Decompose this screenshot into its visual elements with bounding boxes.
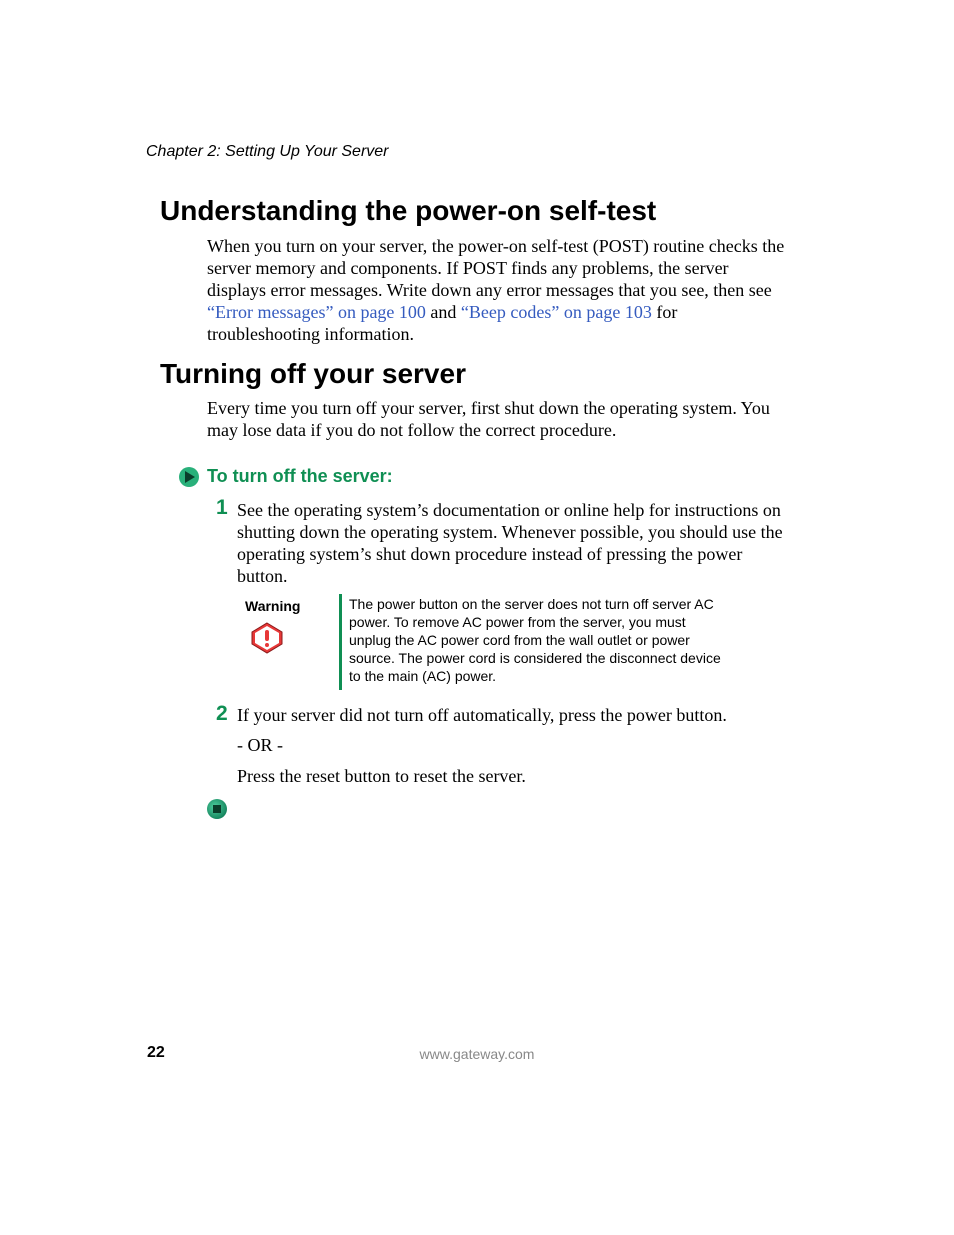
warning-icon	[251, 622, 283, 659]
step-2-text: If your server did not turn off automati…	[237, 705, 785, 727]
warning-text: The power button on the server does not …	[349, 596, 729, 686]
step-or-text: - OR -	[237, 735, 785, 757]
heading-post: Understanding the power-on self-test	[160, 195, 656, 227]
text: and	[430, 302, 461, 322]
paragraph-post: When you turn on your server, the power-…	[207, 236, 785, 346]
step-2b-text: Press the reset button to reset the serv…	[237, 766, 785, 788]
step-number-2: 2	[216, 702, 228, 726]
paragraph-turning-off: Every time you turn off your server, fir…	[207, 398, 785, 442]
chapter-header: Chapter 2: Setting Up Your Server	[146, 143, 389, 161]
warning-label: Warning	[245, 598, 330, 614]
text: When you turn on your server, the power-…	[207, 236, 784, 300]
warning-divider	[339, 594, 342, 690]
heading-turning-off: Turning off your server	[160, 358, 466, 390]
end-of-procedure-icon	[206, 798, 228, 825]
step-1-text: See the operating system’s documentation…	[237, 500, 785, 588]
procedure-heading: To turn off the server:	[207, 466, 393, 487]
footer-url: www.gateway.com	[0, 1046, 954, 1062]
page: Chapter 2: Setting Up Your Server Unders…	[0, 0, 954, 1235]
link-beep-codes[interactable]: “Beep codes” on page 103	[461, 302, 652, 322]
step-number-1: 1	[216, 496, 228, 520]
link-error-messages[interactable]: “Error messages” on page 100	[207, 302, 426, 322]
play-icon	[178, 466, 200, 488]
